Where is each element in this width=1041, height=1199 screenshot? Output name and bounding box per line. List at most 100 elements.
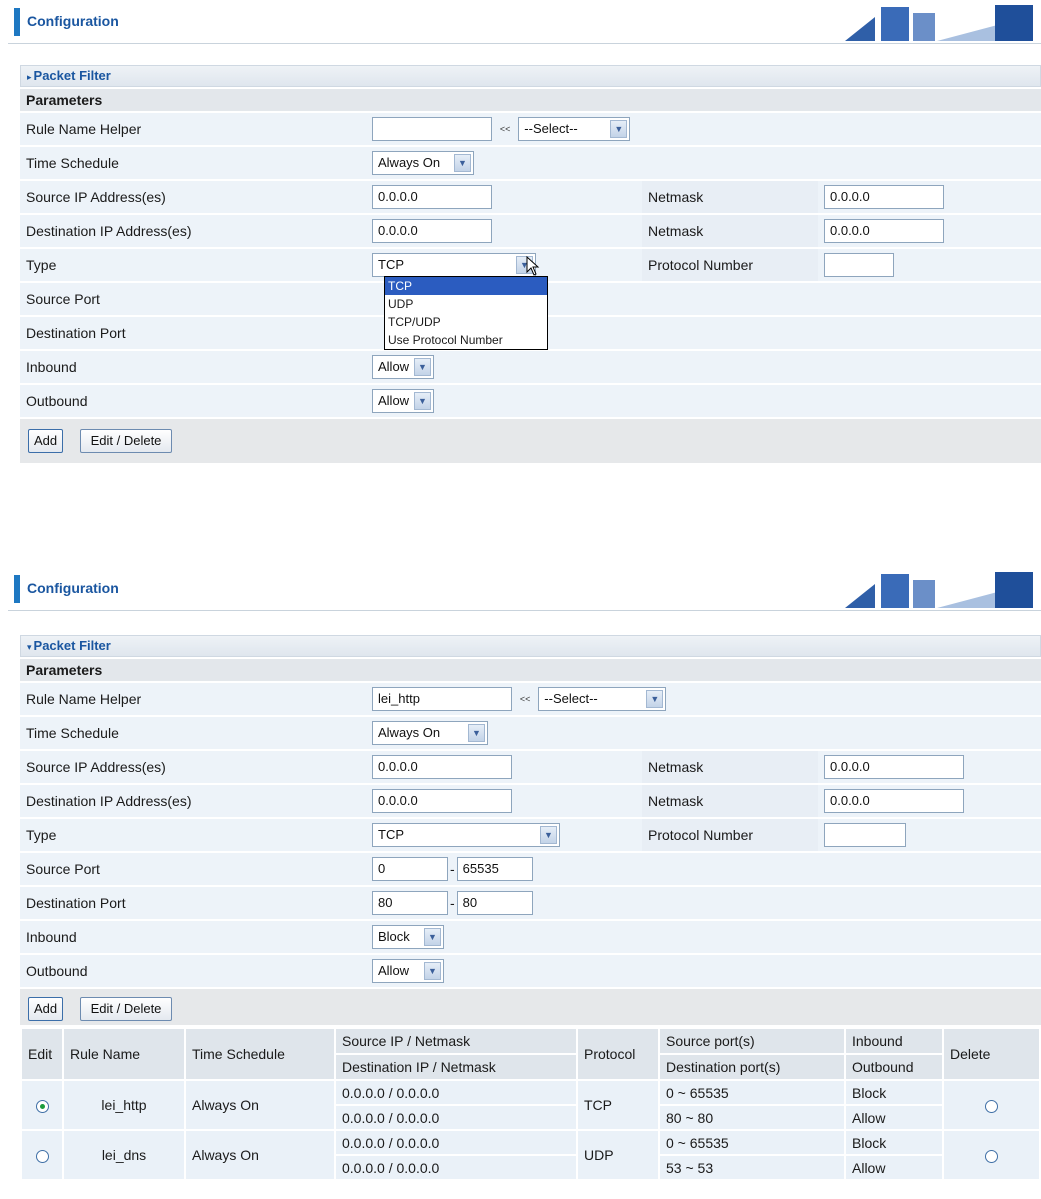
protocol-number-input[interactable] [824,823,906,847]
time-schedule-cell: Always On [186,1131,334,1179]
expand-triangle-icon: ▾ [27,642,32,652]
radio-button[interactable] [985,1099,998,1113]
header-banner-art-icon [845,5,1033,41]
source-netmask-input[interactable]: 0.0.0.0 [824,755,964,779]
outbound-select[interactable]: Allow ▼ [372,959,444,983]
destination-netmask-input[interactable]: 0.0.0.0 [824,219,944,243]
time-schedule-select[interactable]: Always On ▼ [372,721,488,745]
config-header: Configuration [8,567,1041,611]
label-destination-netmask: Netmask [642,785,818,817]
label-type: Type [20,819,366,851]
label-time-schedule: Time Schedule [20,147,366,179]
parameters-table: Parameters Rule Name Helper << --Select-… [20,87,1041,419]
rules-table-body: lei_http Always On 0.0.0.0 / 0.0.0.0 TCP 0 ~… [22,1081,1039,1179]
parameters-table: Parameters Rule Name Helper lei_http << … [20,657,1041,989]
destination-netmask-input[interactable]: 0.0.0.0 [824,789,964,813]
inbound-select[interactable]: Allow ▼ [372,355,434,379]
type-option[interactable]: Use Protocol Number [385,331,547,349]
label-rule-name: Rule Name Helper [20,113,366,145]
type-option[interactable]: TCP [385,277,547,295]
port-range-dash: - [450,895,455,911]
label-inbound: Inbound [20,351,366,383]
destination-ip-netmask-cell: 0.0.0.0 / 0.0.0.0 [336,1156,576,1179]
collapse-triangle-icon: ▸ [27,72,32,82]
delete-radio-cell [944,1131,1039,1179]
page-title: Configuration [27,13,119,29]
source-ports-cell: 0 ~ 65535 [660,1131,844,1154]
parameters-heading: Parameters [20,659,1041,681]
helper-arrow: << [499,124,511,134]
chevron-down-icon: ▼ [424,928,441,946]
rule-helper-select[interactable]: --Select-- ▼ [538,687,667,711]
source-port-end-input[interactable]: 65535 [456,857,533,881]
edit-radio-cell [22,1131,62,1179]
label-protocol-number: Protocol Number [642,249,818,281]
label-protocol-number: Protocol Number [642,819,818,851]
destination-ip-input[interactable]: 0.0.0.0 [372,219,492,243]
port-range-dash: - [450,861,455,877]
time-schedule-select[interactable]: Always On ▼ [372,151,474,175]
radio-button[interactable] [35,1099,49,1113]
edit-delete-button[interactable]: Edit / Delete [79,429,173,453]
edit-delete-button[interactable]: Edit / Delete [79,997,173,1021]
section-packet-filter[interactable]: ▾ Packet Filter [20,635,1041,657]
outbound-select[interactable]: Allow ▼ [372,389,434,413]
radio-button[interactable] [985,1149,998,1163]
col-delete: Delete [944,1029,1039,1079]
time-schedule-cell: Always On [186,1081,334,1129]
header-banner-art-icon [845,572,1033,608]
label-destination-ip: Destination IP Address(es) [20,785,366,817]
destination-ports-cell: 53 ~ 53 [660,1156,844,1179]
type-select[interactable]: TCP ▼ [372,823,560,847]
type-select[interactable]: TCP ▼ [372,253,536,277]
source-ip-input[interactable]: 0.0.0.0 [372,185,492,209]
label-destination-ip: Destination IP Address(es) [20,215,366,247]
label-type: Type [20,249,366,281]
destination-port-start-input[interactable]: 80 [372,891,448,915]
type-option[interactable]: UDP [385,295,547,313]
edit-radio-cell [22,1081,62,1129]
table-row: lei_http Always On 0.0.0.0 / 0.0.0.0 TCP 0 ~… [22,1081,1039,1129]
col-time-schedule: Time Schedule [186,1029,334,1079]
label-time-schedule: Time Schedule [20,717,366,749]
rule-name-cell: lei_dns [64,1131,184,1179]
source-ports-cell: 0 ~ 65535 [660,1081,844,1104]
col-destination-ip-netmask: Destination IP / Netmask [336,1055,576,1079]
table-row: lei_dns Always On 0.0.0.0 / 0.0.0.0 UDP 0 ~ … [22,1131,1039,1179]
source-port-start-input[interactable]: 0 [372,857,448,881]
add-button[interactable]: Add [28,429,64,453]
radio-button[interactable] [35,1149,49,1163]
destination-port-end-input[interactable]: 80 [456,891,533,915]
rules-table: Edit Rule Name Time Schedule Source IP /… [20,1027,1041,1181]
col-source-ip-netmask: Source IP / Netmask [336,1029,576,1053]
rule-name-input[interactable] [372,117,492,141]
protocol-number-input[interactable] [824,253,894,277]
parameters-heading: Parameters [20,89,1041,111]
label-outbound: Outbound [20,955,366,987]
label-destination-netmask: Netmask [642,215,818,247]
destination-ip-input[interactable]: 0.0.0.0 [372,789,512,813]
rule-name-input[interactable]: lei_http [372,687,512,711]
chevron-down-icon: ▼ [610,120,628,138]
rule-helper-select[interactable]: --Select-- ▼ [518,117,631,141]
col-protocol: Protocol [578,1029,658,1079]
destination-ports-cell: 80 ~ 80 [660,1106,844,1129]
inbound-cell: Block [846,1131,942,1154]
label-inbound: Inbound [20,921,366,953]
chevron-down-icon: ▼ [454,154,471,172]
label-source-netmask: Netmask [642,751,818,783]
label-source-ip: Source IP Address(es) [20,751,366,783]
source-ip-input[interactable]: 0.0.0.0 [372,755,512,779]
type-option[interactable]: TCP/UDP [385,313,547,331]
section-packet-filter[interactable]: ▸ Packet Filter [20,65,1041,87]
protocol-cell: TCP [578,1081,658,1129]
helper-arrow: << [519,694,531,704]
source-netmask-input[interactable]: 0.0.0.0 [824,185,944,209]
inbound-cell: Block [846,1081,942,1104]
type-dropdown-list: TCP UDP TCP/UDP Use Protocol Number [384,276,548,350]
inbound-select[interactable]: Block ▼ [372,925,444,949]
label-source-netmask: Netmask [642,181,818,213]
add-button[interactable]: Add [28,997,64,1021]
config-header: Configuration [8,0,1041,44]
source-ip-netmask-cell: 0.0.0.0 / 0.0.0.0 [336,1131,576,1154]
